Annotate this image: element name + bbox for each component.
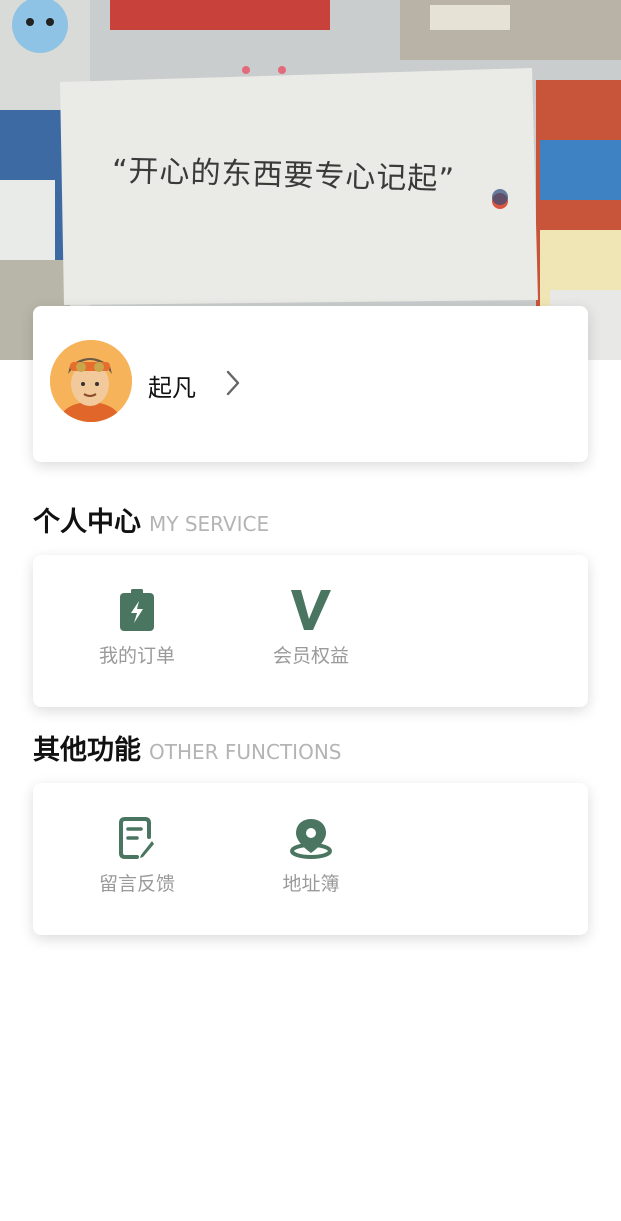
grid-item-label: 地址簿	[282, 873, 340, 895]
vip-v-icon	[251, 585, 371, 631]
grid-item-my-orders[interactable]: 我的订单	[77, 585, 197, 668]
grid-item-address-book[interactable]: 地址簿	[251, 813, 371, 896]
location-pin-icon	[251, 813, 371, 859]
other-functions-card: 留言反馈 地址簿	[33, 783, 588, 935]
grid-item-feedback[interactable]: 留言反馈	[77, 813, 197, 896]
my-service-card: 我的订单 会员权益	[33, 555, 588, 707]
chevron-right-icon[interactable]	[225, 370, 241, 400]
section-title-other-functions: 其他功能 OTHER FUNCTIONS	[33, 728, 341, 767]
grid-item-label: 我的订单	[98, 645, 175, 667]
banner-quote: “开心的东西要专心记起”	[111, 153, 456, 198]
section-subtitle: OTHER FUNCTIONS	[149, 740, 342, 764]
grid-item-label: 会员权益	[272, 645, 349, 667]
clipboard-bolt-icon	[77, 585, 197, 631]
username[interactable]: 起凡	[148, 368, 196, 403]
section-subtitle: MY SERVICE	[149, 512, 270, 536]
grid-item-label: 留言反馈	[98, 873, 175, 895]
avatar[interactable]	[50, 340, 132, 422]
grid-item-membership-benefits[interactable]: 会员权益	[251, 585, 371, 668]
section-title-text: 其他功能	[33, 735, 141, 766]
edit-note-icon	[77, 813, 197, 859]
profile-card[interactable]: 起凡	[33, 306, 588, 462]
section-title-text: 个人中心	[33, 507, 141, 538]
section-title-my-service: 个人中心 MY SERVICE	[33, 500, 269, 539]
